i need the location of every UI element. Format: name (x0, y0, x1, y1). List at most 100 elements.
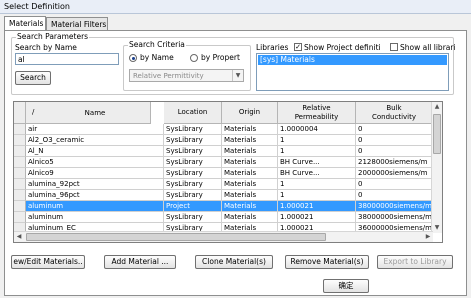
cell-permeability: 1 (278, 135, 356, 146)
cell-location: SysLibrary (164, 168, 222, 179)
column-header-location[interactable]: Location (164, 102, 222, 124)
cell-name: aluminum (26, 201, 164, 212)
column-header-origin[interactable]: Origin (222, 102, 278, 124)
libraries-label: Libraries (256, 43, 289, 52)
table-row[interactable]: Alnico9 SysLibrary Materials BH Curve...… (14, 168, 442, 179)
table-vertical-scrollbar[interactable]: ▲ ▼ (431, 102, 442, 233)
search-criteria-group: Search Criteria (123, 40, 251, 91)
cell-permeability[interactable]: BH Curve... (278, 157, 356, 168)
scroll-up-icon[interactable]: ▲ (432, 102, 442, 112)
row-header (14, 146, 26, 157)
cell-name: Al_N (26, 146, 164, 157)
table-row[interactable]: aluminum SysLibrary Materials 1.000021 3… (14, 212, 442, 223)
libraries-list[interactable]: [sys] Materials (256, 53, 449, 91)
column-header-name[interactable]: Name (26, 102, 164, 124)
show-project-definitions-checkbox[interactable]: ✓ (294, 43, 302, 51)
row-header (14, 179, 26, 190)
cell-permeability: 1 (278, 146, 356, 157)
table-row[interactable]: alumina_96pct SysLibrary Materials 1 0 (14, 190, 442, 201)
by-name-radio[interactable] (129, 54, 137, 62)
cell-permeability: 1.000021 (278, 212, 356, 223)
cell-origin: Materials (222, 146, 278, 157)
cell-conductivity: 2000000siemens/m (356, 168, 433, 179)
cell-name: air (26, 124, 164, 135)
cell-conductivity: 2128000siemens/m (356, 157, 433, 168)
remove-materials-button[interactable]: Remove Material(s) (285, 255, 369, 269)
search-by-name-label: Search by Name (15, 43, 77, 52)
table-row[interactable]: Al2_O3_ceramic SysLibrary Materials 1 0 (14, 135, 442, 146)
table-row[interactable]: alumina_92pct SysLibrary Materials 1 0 (14, 179, 442, 190)
show-all-libraries-label: Show all librari (400, 43, 456, 52)
cell-location: SysLibrary (164, 157, 222, 168)
column-header-bulk-conductivity[interactable]: Bulk Conductivity (356, 102, 433, 124)
ok-button[interactable]: 确定 (323, 279, 369, 293)
column-header-relative-permeability[interactable]: Relative Permeability (278, 102, 356, 124)
view-edit-materials-button[interactable]: ew/Edit Materials.. (11, 255, 85, 269)
cell-location: SysLibrary (164, 135, 222, 146)
cell-conductivity: 0 (356, 124, 433, 135)
cell-conductivity: 38000000siemens/m (356, 212, 433, 223)
property-select-value: Relative Permittivity (133, 72, 204, 80)
cell-conductivity: 38000000siemens/m (356, 201, 433, 212)
property-select[interactable]: Relative Permittivity ▼ (129, 69, 244, 82)
cell-origin: Materials (222, 157, 278, 168)
row-header (14, 157, 26, 168)
cell-origin: Materials (222, 190, 278, 201)
show-all-libraries-checkbox[interactable] (390, 43, 398, 51)
row-header (14, 212, 26, 223)
show-project-definitions-label: Show Project definiti (304, 43, 381, 52)
row-header (14, 201, 26, 212)
cell-permeability[interactable]: BH Curve... (278, 168, 356, 179)
cell-location: SysLibrary (164, 179, 222, 190)
vertical-scroll-thumb[interactable] (433, 114, 441, 154)
by-property-label: by Propert (201, 53, 240, 62)
row-header (14, 135, 26, 146)
cell-location: SysLibrary (164, 212, 222, 223)
scroll-left-icon[interactable]: ◀ (14, 232, 24, 242)
cell-name: aluminum (26, 212, 164, 223)
row-header (14, 124, 26, 135)
cell-origin: Materials (222, 201, 278, 212)
row-header (14, 190, 26, 201)
window-title-bar: Select Definition (0, 0, 471, 14)
table-row-selected[interactable]: aluminum Project Materials 1.000021 3800… (14, 201, 442, 212)
select-definition-dialog: Materials Material Filters Search Parame… (0, 14, 471, 298)
row-header-corner (14, 102, 26, 124)
horizontal-scroll-thumb[interactable] (26, 233, 326, 241)
scroll-down-icon[interactable]: ▼ (432, 223, 442, 233)
cell-origin: Materials (222, 179, 278, 190)
table-row[interactable]: Alnico5 SysLibrary Materials BH Curve...… (14, 157, 442, 168)
cell-conductivity: 0 (356, 190, 433, 201)
cell-location: SysLibrary (164, 146, 222, 157)
table-horizontal-scrollbar[interactable]: ◀ ▶ (14, 231, 433, 242)
cell-permeability: 1 (278, 190, 356, 201)
materials-table: / Name Location Origin Relative Permeabi… (13, 101, 443, 243)
cell-conductivity: 0 (356, 179, 433, 190)
cell-name: alumina_92pct (26, 179, 164, 190)
cell-name: Alnico5 (26, 157, 164, 168)
by-name-label: by Name (140, 53, 174, 62)
cell-location: SysLibrary (164, 124, 222, 135)
search-button[interactable]: Search (15, 71, 51, 85)
cell-name: alumina_96pct (26, 190, 164, 201)
cell-conductivity: 0 (356, 135, 433, 146)
cell-conductivity: 0 (356, 146, 433, 157)
cell-origin: Materials (222, 135, 278, 146)
cell-origin: Materials (222, 212, 278, 223)
table-row[interactable]: Al_N SysLibrary Materials 1 0 (14, 146, 442, 157)
search-criteria-label: Search Criteria (128, 40, 186, 49)
add-material-button[interactable]: Add Material ... (104, 255, 176, 269)
table-row[interactable]: air SysLibrary Materials 1.0000004 0 (14, 124, 442, 135)
cell-location: Project (164, 201, 222, 212)
search-name-input[interactable]: al (15, 53, 119, 65)
export-to-library-button[interactable]: Export to Library (377, 255, 453, 269)
search-parameters-label: Search Parameters (16, 32, 90, 41)
clone-materials-button[interactable]: Clone Material(s) (195, 255, 273, 269)
by-property-radio[interactable] (190, 54, 198, 62)
tab-materials[interactable]: Materials (4, 16, 46, 30)
scroll-right-icon[interactable]: ▶ (423, 232, 433, 242)
cell-name: Al2_O3_ceramic (26, 135, 164, 146)
library-item-sys-materials[interactable]: [sys] Materials (258, 55, 447, 65)
window-title: Select Definition (4, 2, 70, 11)
tab-material-filters[interactable]: Material Filters (46, 17, 108, 31)
